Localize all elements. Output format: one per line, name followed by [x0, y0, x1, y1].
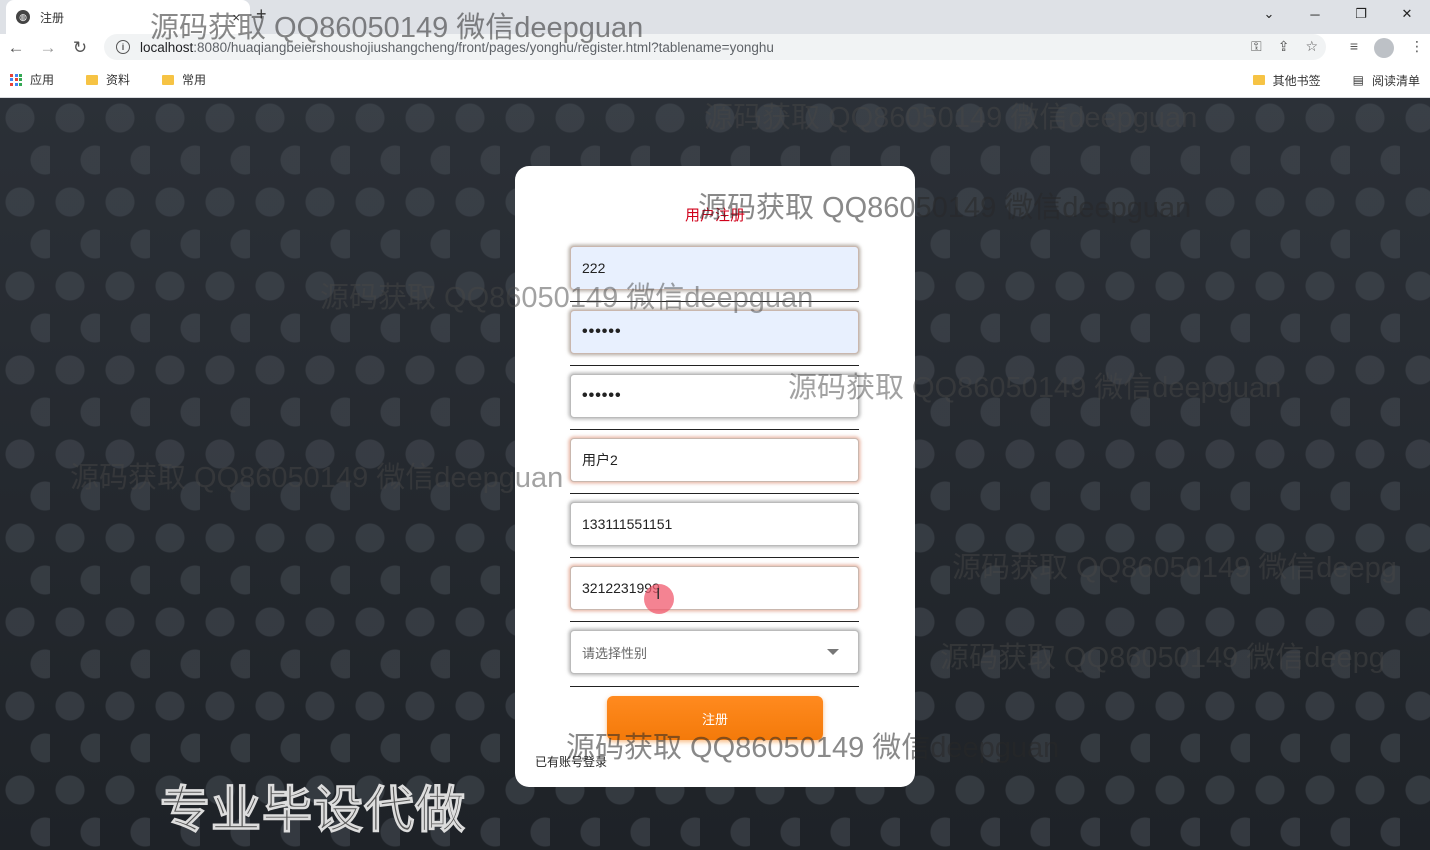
star-icon[interactable]: ☆ [1305, 38, 1318, 55]
register-button[interactable]: 注册 [607, 696, 823, 740]
folder-icon [86, 74, 99, 85]
phone-input[interactable]: 133111551151 [570, 502, 859, 546]
bookmark-label: 其他书签 [1272, 73, 1321, 88]
chevron-down-icon [827, 649, 839, 655]
globe-icon: ◍ [16, 10, 30, 24]
bookmark-label: 资料 [106, 73, 131, 87]
folder-icon [1252, 75, 1265, 85]
confirm-password-input[interactable]: •••••• [570, 374, 859, 418]
new-tab-button[interactable]: + [256, 4, 267, 25]
bookmark-other[interactable]: 其他书签 [1252, 72, 1321, 89]
back-icon[interactable]: ← [0, 38, 32, 58]
phone-field: 133111551151 [570, 502, 859, 558]
name-field: 用户2 [570, 438, 859, 494]
page-background: 用户注册 222 •••••• •••••• 用户2 133111551151 … [0, 98, 1430, 850]
reload-icon[interactable]: ↻ [64, 38, 96, 58]
gender-field: 请选择性别 [570, 630, 859, 687]
close-window-icon[interactable]: ✕ [1384, 0, 1430, 28]
reading-list-icon[interactable]: ≡ [1350, 38, 1358, 58]
address-bar[interactable]: i localhost:8080/huaqiangbeiershoushojiu… [104, 34, 1326, 60]
account-field: 222 [570, 246, 859, 302]
password-input[interactable]: •••••• [570, 310, 859, 354]
bookmark-changyong[interactable]: 常用 [162, 71, 206, 88]
login-link[interactable]: 已有账号登录 [535, 753, 607, 770]
bookmark-label: 应用 [30, 73, 55, 87]
id-number-field: 3212231999 [570, 566, 859, 622]
menu-kebab-icon[interactable]: ⋮ [1410, 38, 1424, 58]
reading-list-icon: ▤ [1352, 73, 1364, 87]
close-tab-icon[interactable]: × [232, 10, 240, 25]
browser-toolbar: ← → ↻ i localhost:8080/huaqiangbeiershou… [0, 34, 1430, 62]
bookmark-label: 阅读清单 [1371, 73, 1420, 88]
name-input[interactable]: 用户2 [570, 438, 859, 482]
bookmark-ziliao[interactable]: 资料 [86, 71, 130, 88]
apps-grid-icon [10, 73, 22, 86]
register-card: 用户注册 222 •••••• •••••• 用户2 133111551151 … [515, 166, 915, 787]
forward-icon[interactable]: → [32, 38, 64, 58]
bookmarks-bar: 应用 资料 常用 其他书签 ▤ 阅读清单 [0, 62, 1430, 98]
watermark-banner: 专业毕设代做 [160, 782, 466, 839]
confirm-password-field: •••••• [570, 374, 859, 430]
bookmark-apps[interactable]: 应用 [10, 71, 54, 88]
site-info-icon[interactable]: i [116, 40, 130, 54]
folder-icon [162, 74, 175, 85]
password-field: •••••• [570, 310, 859, 366]
tab-title: 注册 [40, 10, 65, 25]
url-path: :8080/huaqiangbeiershoushojiushangcheng/… [193, 39, 774, 55]
minimize-icon[interactable]: ─ [1292, 0, 1338, 28]
account-input[interactable]: 222 [570, 246, 859, 290]
text-cursor-icon: I [656, 586, 661, 603]
id-number-input[interactable]: 3212231999 [570, 566, 859, 610]
bookmark-label: 常用 [182, 73, 207, 87]
reading-list-button[interactable]: ▤ 阅读清单 [1353, 72, 1420, 89]
profile-avatar-icon[interactable] [1374, 38, 1394, 58]
window-controls: ⌄ ─ ❐ ✕ [1246, 0, 1430, 28]
browser-tab[interactable]: ◍ 注册 × [6, 0, 250, 34]
gender-select-placeholder: 请选择性别 [582, 645, 648, 661]
page-title: 用户注册 [684, 207, 745, 224]
restore-icon[interactable]: ❐ [1338, 0, 1384, 28]
gender-select[interactable]: 请选择性别 [570, 630, 859, 674]
tab-search-icon[interactable]: ⌄ [1246, 0, 1292, 28]
tab-strip: ◍ 注册 × + ⌄ ─ ❐ ✕ [0, 0, 1430, 34]
share-icon[interactable]: ⇪ [1278, 38, 1290, 55]
key-icon[interactable]: ⚿ [1251, 38, 1262, 55]
url-host: localhost [140, 39, 194, 55]
